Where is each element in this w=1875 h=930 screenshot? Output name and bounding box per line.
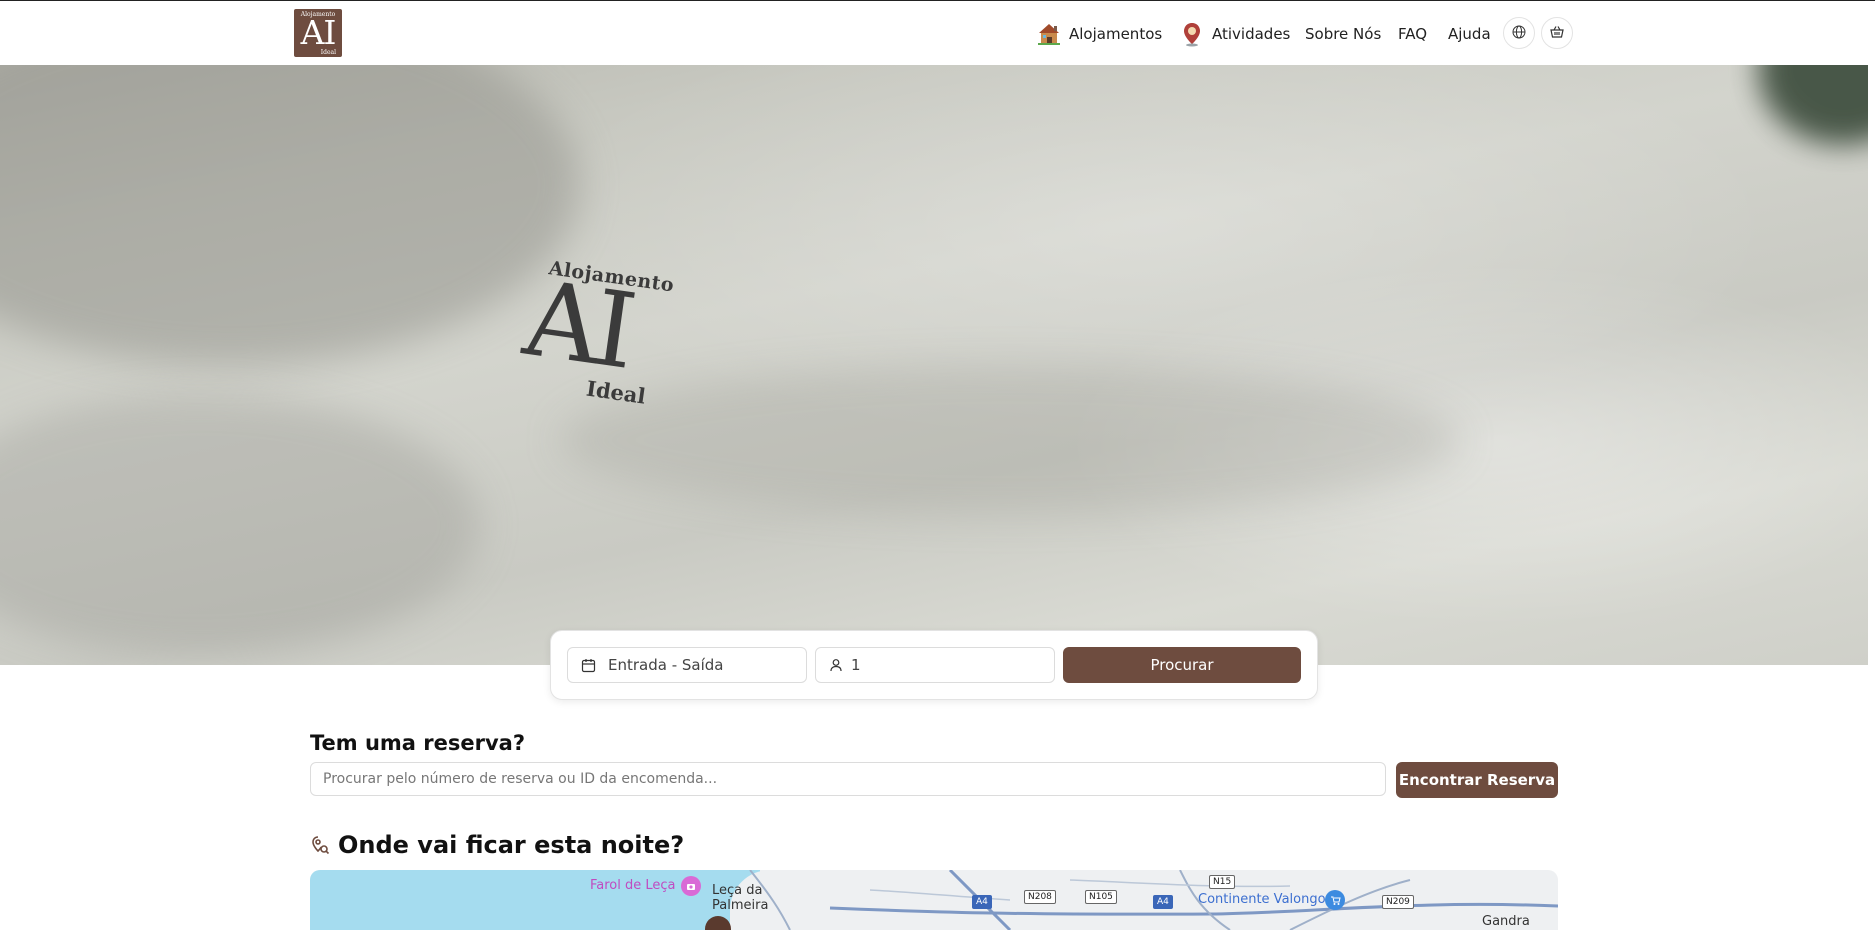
nav-alojamentos-label: Alojamentos [1069, 25, 1163, 43]
map-label-leca: Leça da Palmeira [712, 883, 769, 913]
nav-alojamentos[interactable]: Alojamentos [1036, 19, 1162, 49]
road-badge-n105: N105 [1085, 890, 1117, 904]
road-badge-n208: N208 [1024, 890, 1056, 904]
calendar-icon [581, 658, 596, 673]
find-reservation-button[interactable]: Encontrar Reserva [1396, 762, 1558, 798]
guests-field[interactable]: 1 [815, 647, 1055, 683]
map-section-heading: Onde vai ficar esta noite? [310, 828, 684, 862]
basket-icon [1550, 24, 1564, 43]
hero-embroidered-logo: Alojamento AI Ideal [499, 253, 701, 446]
person-icon [829, 658, 843, 672]
road-badge-n15: N15 [1209, 875, 1236, 889]
reservation-search-input[interactable]: Procurar pelo número de reserva ou ID da… [310, 762, 1386, 796]
date-range-field[interactable]: Entrada - Saída [567, 647, 807, 683]
nav-ajuda[interactable]: Ajuda [1448, 19, 1491, 49]
nav-sobre-nos[interactable]: Sobre Nós [1305, 19, 1381, 49]
accommodations-map[interactable]: Farol de Leça Leça da Palmeira A4 N208 N… [310, 870, 1558, 930]
nav-sobre-nos-label: Sobre Nós [1305, 25, 1382, 43]
hero-corner-shadow [1758, 65, 1868, 145]
map-pin-icon [1179, 21, 1205, 47]
map-roads [749, 870, 1558, 930]
road-badge-n209: N209 [1382, 895, 1414, 909]
logo-bottom-text: Ideal [320, 49, 336, 56]
nav-faq[interactable]: FAQ [1398, 19, 1427, 49]
nav-ajuda-label: Ajuda [1448, 25, 1491, 43]
guests-value: 1 [851, 656, 861, 674]
search-button[interactable]: Procurar [1063, 647, 1301, 683]
embroidery-bottom-text: Ideal [584, 375, 648, 409]
map-label-gandra: Gandra [1482, 914, 1530, 929]
nav-atividades-label: Atividades [1212, 25, 1291, 43]
embroidery-main-text: AI [517, 256, 638, 393]
farol-marker-icon[interactable] [681, 876, 701, 896]
hero-fold-shadow [0, 65, 580, 365]
date-range-placeholder: Entrada - Saída [608, 656, 724, 674]
road-badge-a4-east: A4 [1153, 895, 1173, 909]
map-section-title: Onde vai ficar esta noite? [338, 831, 685, 859]
reservation-title: Tem uma reserva? [310, 731, 526, 755]
reservation-search-placeholder: Procurar pelo número de reserva ou ID da… [323, 771, 718, 787]
nav-atividades[interactable]: Atividades [1179, 19, 1290, 49]
basket-button[interactable] [1541, 17, 1573, 49]
site-logo[interactable]: Alojamento AI Ideal [294, 9, 342, 57]
globe-icon [1512, 24, 1526, 43]
site-header: Alojamento AI Ideal Alojamentos Atividad… [0, 1, 1868, 66]
hero-fold-shadow [0, 395, 480, 655]
logo-main-text: AI [300, 13, 337, 52]
road-badge-a4: A4 [972, 895, 992, 909]
hero-banner: Alojamento AI Ideal [0, 65, 1868, 665]
house-icon [1036, 21, 1062, 47]
map-label-continente: Continente Valongo [1198, 892, 1326, 907]
hero-fold-shadow [560, 365, 1460, 515]
search-bar: Entrada - Saída 1 Procurar [550, 630, 1318, 700]
shopping-cart-icon[interactable] [1325, 890, 1345, 910]
nav-faq-label: FAQ [1398, 25, 1428, 43]
location-search-icon [310, 835, 330, 855]
language-button[interactable] [1503, 17, 1535, 49]
map-label-farol: Farol de Leça [590, 878, 676, 893]
